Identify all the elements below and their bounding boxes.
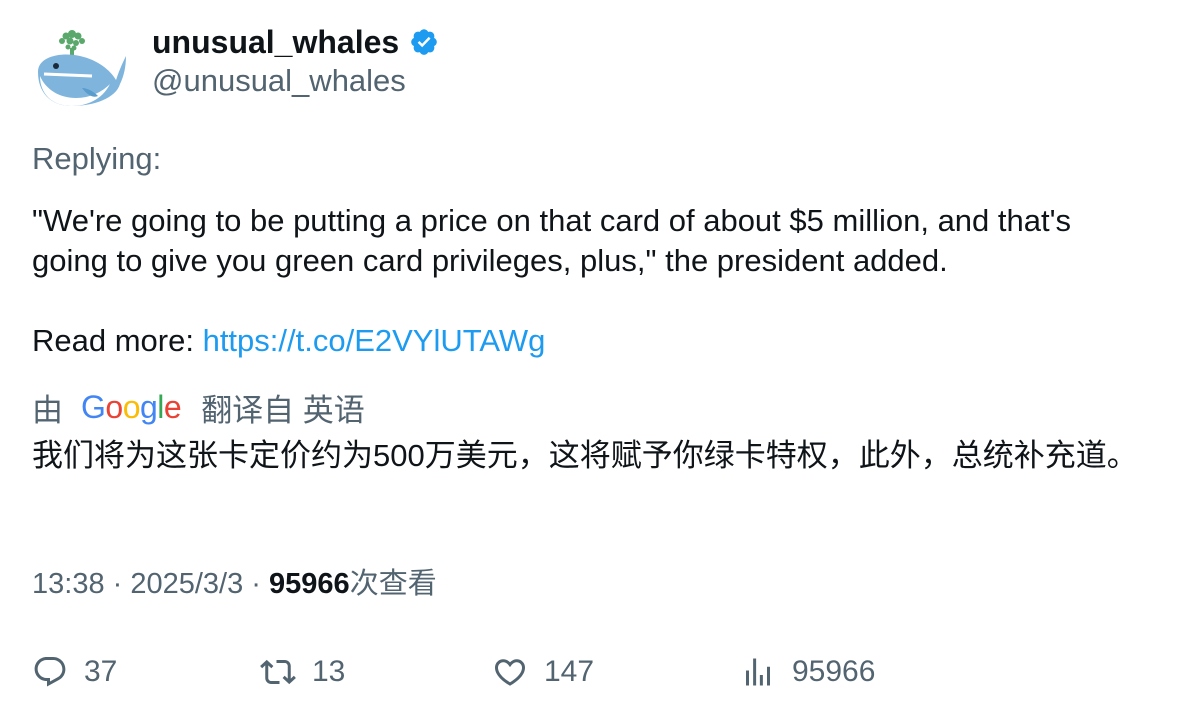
analytics-icon [746,658,770,686]
like-button[interactable]: 147 [492,648,594,696]
like-count: 147 [544,655,595,688]
verified-badge-icon [411,29,437,55]
tweet-time[interactable]: 13:38 [32,568,105,600]
views-count: 95966 [269,568,350,600]
tweet-link[interactable]: https://t.co/E2VYlUTAWg [203,323,546,358]
meta-separator-2: · [243,568,270,600]
reply-button[interactable]: 37 [32,648,117,696]
views-button[interactable]: 95966 [740,648,875,696]
whale-icon [38,30,126,106]
retweet-icon [260,659,296,685]
views-label: 次查看 [349,568,437,600]
meta-separator: · [104,568,131,600]
translated-text: 我们将为这张卡定价约为500万美元，这将赋予你绿卡特权，此外，总统补充道。 [32,438,1138,473]
views-action-count: 95966 [792,655,876,688]
reply-icon [34,657,66,687]
google-logo: Google [81,388,182,425]
retweet-button[interactable]: 13 [260,648,345,696]
author-display-name[interactable]: unusual_whales [152,22,439,62]
translation-prefix: 由 [32,392,63,428]
author-name-text: unusual_whales [152,24,400,60]
read-more-label: Read more: [32,323,203,358]
translation-suffix: 翻译自 英语 [201,392,365,428]
avatar[interactable] [32,26,128,112]
tweet-date[interactable]: 2025/3/3 [130,568,243,600]
tweet-text-body: "We're going to be putting a price on th… [32,203,1072,278]
read-more-line: Read more: https://t.co/E2VYlUTAWg [32,321,545,361]
retweet-count: 13 [312,655,346,688]
action-bar: 37 13 147 95966 [32,648,1172,696]
replying-label: Replying: [32,141,162,176]
translation-attribution[interactable]: 由 Google 翻译自 英语 [32,386,365,428]
tweet-meta: 13:38 · 2025/3/3 · 95966次查看 [32,565,437,603]
heart-icon [494,659,526,686]
tweet-text: "We're going to be putting a price on th… [32,201,1152,281]
reply-count: 37 [84,655,118,688]
author-handle[interactable]: @unusual_whales [152,62,406,100]
